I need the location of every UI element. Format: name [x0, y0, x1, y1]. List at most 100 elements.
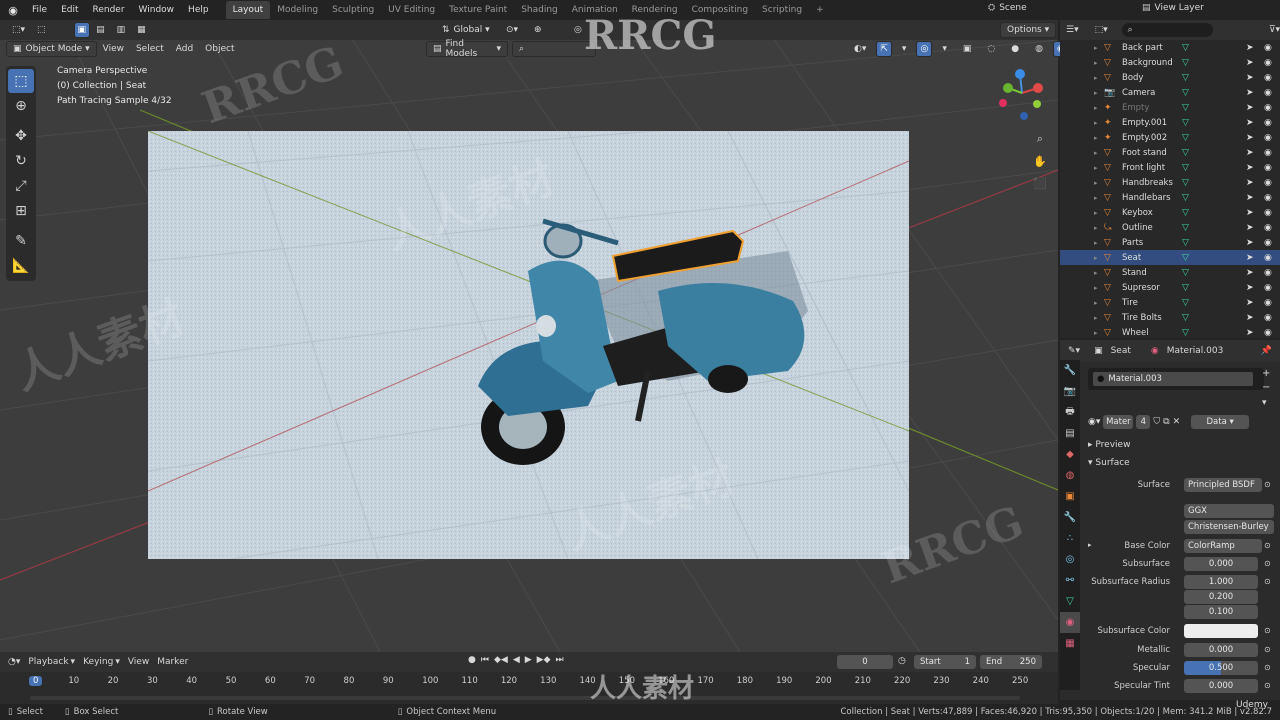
expand-chevron-icon[interactable]: ▸	[1094, 119, 1098, 127]
menu-file[interactable]: File	[25, 5, 54, 15]
render-tab-icon[interactable]: 📷	[1060, 381, 1080, 402]
select-menu[interactable]: Select	[130, 41, 170, 57]
texture-tab-icon[interactable]: ▦	[1060, 633, 1080, 654]
pin-icon[interactable]: 📌	[1261, 346, 1272, 356]
fake-user-icon[interactable]: ⛉	[1153, 417, 1160, 427]
subsurface-link-icon[interactable]: ⊙	[1264, 559, 1271, 568]
selectable-icon[interactable]: ➤	[1246, 208, 1254, 218]
outliner-item[interactable]: ▸ ▽ Wheel ▽ ➤ ◉	[1060, 325, 1280, 340]
select-mode-new-icon[interactable]: ▣	[73, 22, 91, 38]
frame-ruler[interactable]: 0 10 20 30 40 50 60 70 80 90 100 110 120 130 140 150 160…	[0, 652, 1058, 704]
selectable-icon[interactable]: ➤	[1246, 253, 1254, 263]
filter-icon[interactable]: ⊽▾	[1269, 25, 1280, 35]
selectable-icon[interactable]: ➤	[1246, 163, 1254, 173]
visibility-eye-icon[interactable]: ◉	[1264, 118, 1272, 128]
tab-uv-editing[interactable]: UV Editing	[381, 1, 442, 19]
surface-link-icon[interactable]: ⊙	[1264, 480, 1271, 489]
expand-chevron-icon[interactable]: ▸	[1094, 284, 1098, 292]
expand-chevron-icon[interactable]: ▸	[1094, 104, 1098, 112]
timeline-scrollbar[interactable]	[30, 696, 1020, 700]
mesh-data-icon[interactable]: ▽	[1182, 313, 1189, 323]
editor-type-icon[interactable]: ⬚▾	[6, 22, 31, 38]
rotate-tool-icon[interactable]: ↻	[8, 149, 34, 173]
mesh-data-icon[interactable]: ▽	[1182, 88, 1189, 98]
base-color-field[interactable]: ColorRamp	[1184, 539, 1262, 553]
expand-chevron-icon[interactable]: ▸	[1094, 314, 1098, 322]
visibility-eye-icon[interactable]: ◉	[1264, 208, 1272, 218]
outliner-item[interactable]: ▸ ▽ Seat ▽ ➤ ◉	[1060, 250, 1280, 265]
subsurface-radius-link-icon[interactable]: ⊙	[1264, 577, 1271, 586]
mesh-data-icon[interactable]: ▽	[1182, 118, 1189, 128]
specular-slider[interactable]: 0.500	[1184, 661, 1258, 675]
slot-specials-icon[interactable]: ▾	[1262, 398, 1267, 408]
expand-chevron-icon[interactable]: ▸	[1094, 254, 1098, 262]
tab-animation[interactable]: Animation	[565, 1, 625, 19]
scene-selector[interactable]: ⛭ Scene	[988, 3, 1027, 13]
gizmo-dropdown-icon[interactable]: ▾	[896, 41, 913, 57]
mesh-data-icon[interactable]: ▽	[1182, 253, 1189, 263]
visibility-eye-icon[interactable]: ◉	[1264, 238, 1272, 248]
mesh-data-icon[interactable]: ▽	[1182, 163, 1189, 173]
metallic-link-icon[interactable]: ⊙	[1264, 645, 1271, 654]
menu-window[interactable]: Window	[132, 5, 182, 15]
outliner-item[interactable]: ▸ 📷 Camera ▽ ➤ ◉	[1060, 85, 1280, 100]
pivot-point-icon[interactable]: ⊙▾	[500, 22, 524, 38]
expand-chevron-icon[interactable]: ▸	[1094, 209, 1098, 217]
mesh-data-icon[interactable]: ▽	[1182, 148, 1189, 158]
mesh-data-icon[interactable]: ▽	[1182, 268, 1189, 278]
outliner-item[interactable]: ▸ ▽ Parts ▽ ➤ ◉	[1060, 235, 1280, 250]
visibility-eye-icon[interactable]: ◉	[1264, 298, 1272, 308]
navigation-gizmo[interactable]	[996, 66, 1048, 120]
material-users-count[interactable]: 4	[1136, 415, 1151, 429]
scene-tab-icon[interactable]: ◆	[1060, 444, 1080, 465]
overlay-toggle-icon[interactable]: ◎	[916, 41, 933, 57]
proportional-edit-icon[interactable]: ◎	[568, 22, 588, 38]
asset-search-input[interactable]: ⌕	[512, 41, 596, 57]
selectable-icon[interactable]: ➤	[1246, 73, 1254, 83]
selectable-icon[interactable]: ➤	[1246, 118, 1254, 128]
selectable-icon[interactable]: ➤	[1246, 178, 1254, 188]
subsurface-radius-x-field[interactable]: 1.000	[1184, 575, 1258, 589]
view-layer-tab-icon[interactable]: ▤	[1060, 423, 1080, 444]
outliner-item[interactable]: ▸ ▽ Front light ▽ ➤ ◉	[1060, 160, 1280, 175]
tab-sculpting[interactable]: Sculpting	[325, 1, 381, 19]
view-menu[interactable]: View	[97, 41, 130, 57]
select-tool-icon[interactable]: ⬚	[31, 22, 52, 38]
visibility-eye-icon[interactable]: ◉	[1264, 73, 1272, 83]
camera-view-icon[interactable]: ⬛	[1030, 173, 1050, 193]
selectable-icon[interactable]: ➤	[1246, 283, 1254, 293]
expand-chevron-icon[interactable]: ▸	[1094, 269, 1098, 277]
tab-rendering[interactable]: Rendering	[625, 1, 685, 19]
specular-tint-field[interactable]: 0.000	[1184, 679, 1258, 693]
visibility-eye-icon[interactable]: ◉	[1264, 103, 1272, 113]
outliner-item[interactable]: ▸ ▽ Stand ▽ ➤ ◉	[1060, 265, 1280, 280]
cursor-tool-icon[interactable]: ⊕	[8, 94, 34, 118]
unlink-material-icon[interactable]: ✕	[1173, 417, 1181, 427]
expand-chevron-icon[interactable]: ▸	[1094, 299, 1098, 307]
mesh-data-icon[interactable]: ▽	[1182, 58, 1189, 68]
constraints-tab-icon[interactable]: ⚯	[1060, 570, 1080, 591]
visibility-eye-icon[interactable]: ◉	[1264, 133, 1272, 143]
expand-chevron-icon[interactable]: ▸	[1094, 224, 1098, 232]
visibility-icon[interactable]: ◐▾	[848, 41, 872, 57]
preview-section[interactable]: ▸ Preview	[1088, 440, 1130, 450]
subsurface-radius-z-field[interactable]: 0.100	[1184, 605, 1258, 619]
move-tool-icon[interactable]: ✥	[8, 124, 34, 148]
mesh-data-icon[interactable]: ▽	[1182, 238, 1189, 248]
outliner-item[interactable]: ▸ ⤿ Outline ▽ ➤ ◉	[1060, 220, 1280, 235]
selectable-icon[interactable]: ➤	[1246, 58, 1254, 68]
visibility-eye-icon[interactable]: ◉	[1264, 163, 1272, 173]
expand-chevron-icon[interactable]: ▸	[1094, 59, 1098, 67]
mesh-data-icon[interactable]: ▽	[1182, 73, 1189, 83]
subsurface-radius-y-field[interactable]: 0.200	[1184, 590, 1258, 604]
object-menu[interactable]: Object	[199, 41, 240, 57]
selectable-icon[interactable]: ➤	[1246, 298, 1254, 308]
xray-icon[interactable]: ▣	[957, 41, 978, 57]
tool-tab-icon[interactable]: 🔧	[1060, 360, 1080, 381]
mesh-data-icon[interactable]: ▽	[1182, 208, 1189, 218]
outliner-item[interactable]: ▸ ▽ Handbreaks ▽ ➤ ◉	[1060, 175, 1280, 190]
object-mode-dropdown[interactable]: ▣ Object Mode ▾	[6, 41, 97, 57]
expand-chevron-icon[interactable]: ▸	[1094, 74, 1098, 82]
mesh-data-icon[interactable]: ▽	[1182, 133, 1189, 143]
specular-link-icon[interactable]: ⊙	[1264, 663, 1271, 672]
